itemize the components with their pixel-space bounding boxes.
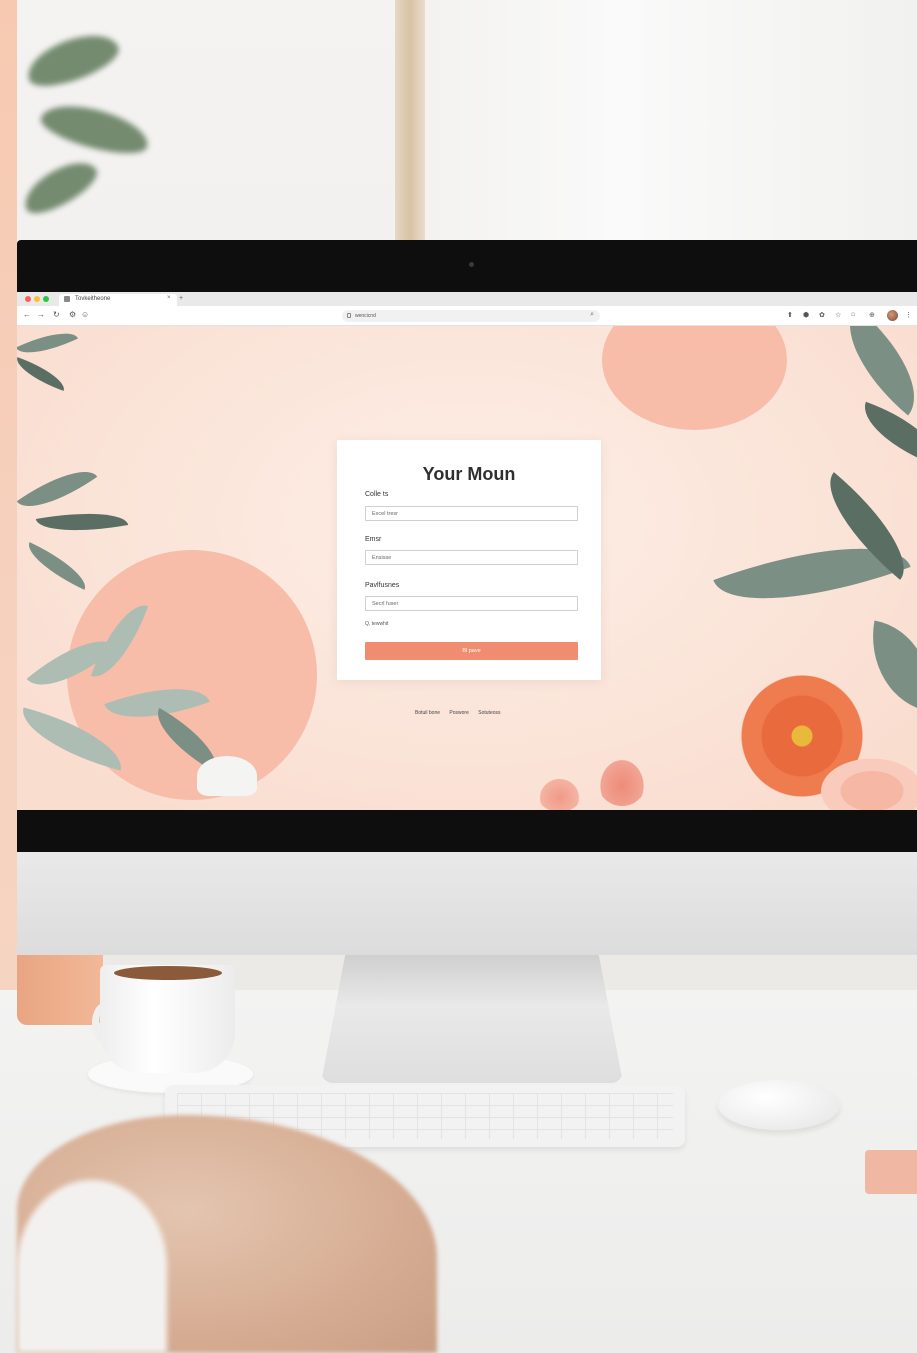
close-window-icon[interactable] [25, 296, 31, 302]
monitor-bezel: Tovkeitheone × + ← → ↻ ⚙ ☺ wencicnd ⌕ ⬆ … [17, 240, 917, 852]
more-icon[interactable]: ⋮ [905, 311, 912, 319]
email-label: Emsr [365, 536, 382, 543]
pink-tulip [597, 756, 647, 806]
footer-link[interactable]: Poswore [449, 710, 468, 716]
url-text: wencicnd [355, 313, 376, 319]
camera-icon [469, 262, 474, 267]
username-label: Colle ts [365, 491, 389, 498]
notebook [865, 1150, 917, 1194]
footer-links: Botuil bone Poswore Sotuteoss [415, 710, 509, 716]
background-plant [36, 96, 154, 162]
email-field[interactable] [365, 550, 578, 565]
coffee-cup [100, 965, 235, 1073]
leaf-decoration [17, 357, 70, 391]
search-icon[interactable]: ⌕ [590, 311, 594, 319]
pink-tulip [537, 776, 582, 810]
favicon-icon [64, 296, 70, 302]
tab-active[interactable]: Tovkeitheone [59, 294, 177, 306]
extension-icon[interactable]: ⬢ [803, 311, 809, 319]
bookmark-icon[interactable]: ☆ [835, 311, 841, 319]
background-plant [21, 24, 124, 96]
settings-icon[interactable]: ☺ [81, 310, 89, 319]
tab-close-icon[interactable]: × [167, 295, 171, 301]
forward-icon[interactable]: → [37, 310, 45, 319]
extension-icon[interactable]: ⚙ [69, 310, 76, 319]
lock-icon [347, 313, 351, 318]
tab-strip: Tovkeitheone × + [17, 292, 917, 306]
background-plant [16, 152, 104, 222]
password-field[interactable] [365, 596, 578, 611]
address-bar[interactable]: wencicnd ⌕ [342, 310, 600, 322]
maximize-window-icon[interactable] [43, 296, 49, 302]
leaf-decoration [860, 620, 917, 712]
password-label: Pavlfusnes [365, 582, 400, 589]
back-icon[interactable]: ← [23, 310, 31, 319]
page-title: Your Moun [422, 464, 516, 484]
leaf-decoration [21, 542, 93, 590]
monitor-chin [17, 852, 917, 955]
username-field[interactable] [365, 506, 578, 521]
puzzle-icon[interactable]: ✿ [819, 311, 825, 319]
decorative-circle [602, 326, 787, 430]
footer-link[interactable]: Botuil bone [415, 710, 440, 716]
tab-title: Tovkeitheone [75, 296, 111, 302]
coffee [114, 966, 222, 980]
footer-link[interactable]: Sotuteoss [478, 710, 500, 716]
mouse [718, 1080, 840, 1130]
remember-me-checkbox[interactable]: Q, tewwhit [365, 621, 388, 627]
screen: Tovkeitheone × + ← → ↻ ⚙ ☺ wencicnd ⌕ ⬆ … [17, 292, 917, 810]
new-tab-icon[interactable]: + [179, 295, 183, 302]
leaf-decoration [35, 503, 129, 541]
browser-toolbar: ← → ↻ ⚙ ☺ wencicnd ⌕ ⬆ ⬢ ✿ ☆ ⌂ ⊕ ⋮ [17, 306, 917, 326]
leaf-decoration [17, 326, 78, 364]
avatar[interactable] [887, 310, 898, 321]
login-page: Your Moun Colle ts Emsr Pavlfusnes Q, te… [17, 326, 917, 810]
login-card: Your Moun Colle ts Emsr Pavlfusnes Q, te… [337, 440, 601, 680]
submit-button[interactable]: Bl pave [365, 642, 578, 660]
minimize-window-icon[interactable] [34, 296, 40, 302]
reload-icon[interactable]: ↻ [53, 310, 60, 319]
wall [425, 0, 917, 250]
share-icon[interactable]: ⬆ [787, 311, 793, 319]
blanket-fold [17, 1180, 167, 1353]
leaf-decoration [17, 455, 98, 523]
white-flower [197, 756, 257, 796]
monitor-stand [321, 955, 623, 1083]
wooden-frame [395, 0, 425, 245]
plant-pot [17, 955, 103, 1025]
menu-icon[interactable]: ⊕ [869, 311, 875, 319]
download-icon[interactable]: ⌂ [851, 311, 855, 318]
leaf-decoration [823, 326, 917, 416]
monitor: Tovkeitheone × + ← → ↻ ⚙ ☺ wencicnd ⌕ ⬆ … [17, 240, 917, 955]
